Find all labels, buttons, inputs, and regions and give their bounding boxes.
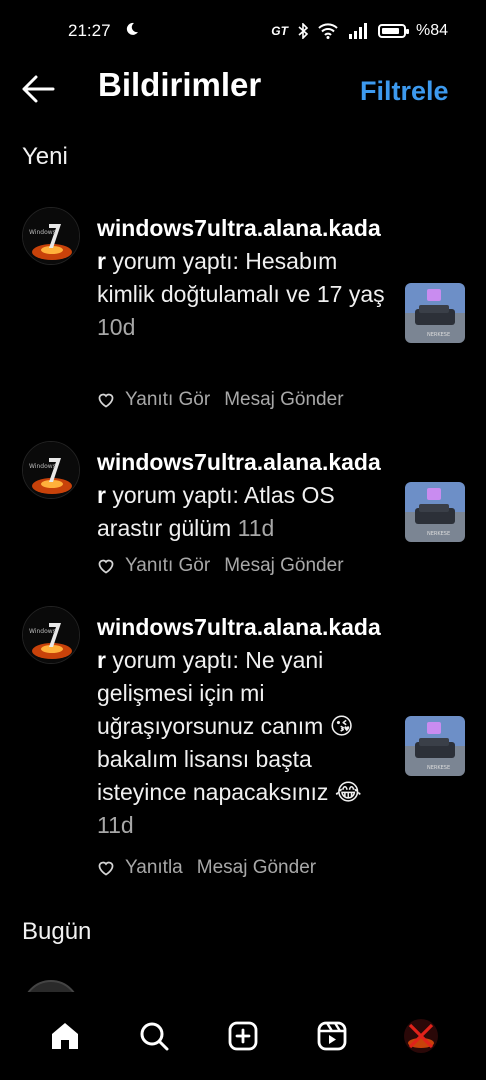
notification-actions: Yanıtı Gör Mesaj Gönder [97,389,344,411]
svg-text:NERKESE: NERKESE [427,332,450,338]
notification-actions: Yanıtı Gör Mesaj Gönder [97,555,344,577]
bottom-navigation [0,992,486,1080]
avatar[interactable]: Windows [22,207,80,265]
svg-text:NERKESE: NERKESE [427,765,450,771]
notification-text: windows7ultra.alana.kadar yorum yaptı: A… [97,446,387,545]
view-reply-button[interactable]: Yanıtı Gör [125,555,210,577]
post-thumbnail[interactable]: NERKESE [405,482,465,542]
status-time: 21:27 [68,21,111,40]
header: Bildirimler Filtrele [0,62,486,118]
notification-text: windows7ultra.alana.kadar yorum yaptı: N… [97,611,387,842]
home-icon[interactable] [41,1012,89,1060]
create-icon[interactable] [219,1012,267,1060]
bluetooth-icon [298,23,308,39]
gt-icon: GT [271,24,288,38]
view-reply-button[interactable]: Yanıtı Gör [125,389,210,411]
heart-icon[interactable] [97,392,115,408]
reply-button[interactable]: Yanıtla [125,857,183,879]
back-arrow-icon[interactable] [20,74,56,104]
send-message-button[interactable]: Mesaj Gönder [224,555,343,577]
reels-icon[interactable] [308,1012,356,1060]
timestamp: 11d [97,812,134,838]
status-bar: 21:27 GT %84 [0,0,486,62]
notification-actions: Yanıtla Mesaj Gönder [97,857,316,879]
heart-icon[interactable] [97,860,115,876]
svg-text:NERKESE: NERKESE [427,531,450,537]
section-title-new: Yeni [22,143,68,170]
post-thumbnail[interactable]: NERKESE [405,283,465,343]
timestamp: 11d [237,515,275,541]
send-message-button[interactable]: Mesaj Gönder [224,389,343,411]
wifi-icon [318,23,338,39]
search-icon[interactable] [130,1012,178,1060]
section-title-today: Bugün [22,918,92,945]
svg-text:Windows: Windows [29,229,56,236]
avatar[interactable]: Windows [22,606,80,664]
page-title: Bildirimler [98,66,262,103]
heart-icon[interactable] [97,558,115,574]
svg-text:Windows: Windows [29,463,56,470]
comment-text: yorum yaptı: Ne yani gelişmesi için mi u… [97,647,362,805]
moon-icon [125,21,139,41]
svg-text:Windows: Windows [29,628,56,635]
filter-button[interactable]: Filtrele [360,76,486,106]
signal-icon [348,23,368,39]
notification-text: windows7ultra.alana.kadar yorum yaptı: H… [97,212,387,344]
timestamp: 10d [97,314,136,340]
send-message-button[interactable]: Mesaj Gönder [197,857,316,879]
comment-text: yorum yaptı: Atlas OS arastır gülüm [97,482,335,541]
profile-avatar[interactable] [397,1012,445,1060]
battery-text: %84 [415,22,448,39]
avatar[interactable]: Windows [22,441,80,499]
post-thumbnail[interactable]: NERKESE [405,716,465,776]
battery-icon [377,24,409,38]
comment-text: yorum yaptı: Hesabım kimlik doğtulamalı … [97,248,385,307]
